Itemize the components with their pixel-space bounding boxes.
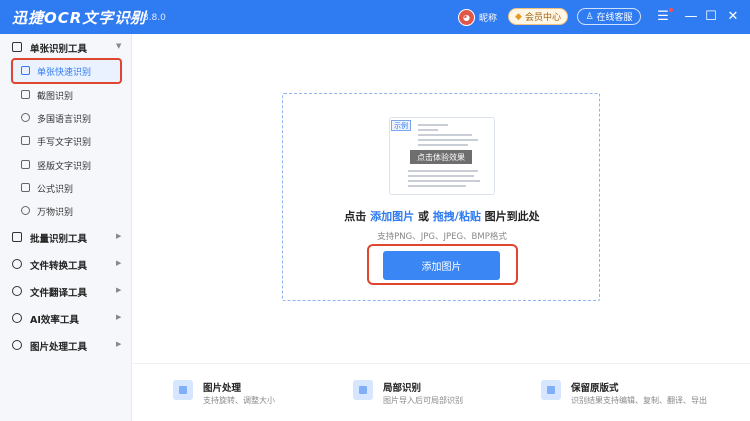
sidebar-item-label: 截图识别 [37,92,74,102]
sidebar-group-batch[interactable]: 批量识别工具 ▶ [0,226,132,248]
sidebar-group-label: 文件转换工具 [30,261,88,272]
sample-preview[interactable]: 示例 点击体验效果 [389,117,495,195]
sidebar-item-label: 多国语言识别 [37,115,92,125]
feature-desc: 支持旋转、调整大小 [203,396,275,405]
formula-icon [21,183,30,192]
app-version: v8.8.8.0 [129,13,166,23]
sidebar-group-label: 文件翻译工具 [30,288,88,299]
sample-text-line [408,180,480,182]
title-bar: 迅捷OCR文字识别 v8.8.8.0 ◕ 昵称 ◆ 会员中心 ♙ 在线客服 ☰ … [0,0,750,34]
instruction-mid: 或 [414,210,433,223]
drag-paste-link[interactable]: 拖拽/粘贴 [433,210,481,223]
chevron-right-icon: ▶ [116,340,122,348]
vertical-text-icon [21,160,30,169]
feature-title: 图片处理 [203,383,242,394]
sidebar-item-multilang[interactable]: 多国语言识别 [10,107,123,129]
sidebar-item-handwriting[interactable]: 手写文字识别 [10,130,123,152]
highlight-box-button [367,244,518,285]
sidebar-group-label: AI效率工具 [30,315,79,326]
avatar[interactable]: ◕ [458,8,475,26]
chevron-right-icon: ▶ [116,313,122,321]
sidebar-group-ai[interactable]: AI效率工具 ▶ [0,307,132,329]
crop-icon [21,90,30,99]
diamond-icon: ◆ [515,11,522,22]
sidebar-group-image[interactable]: 图片处理工具 ▶ [0,334,132,356]
instruction-suffix: 图片到此处 [480,210,540,223]
user-icon: ♙ [585,11,594,22]
sample-text-line [408,170,478,172]
single-recognize-icon [12,42,22,52]
sample-text-line [408,185,466,187]
user-profile[interactable]: ◕ 昵称 [458,8,497,26]
maximize-icon[interactable]: ☐ [703,8,719,24]
feature-bar: 图片处理 支持旋转、调整大小 局部识别 图片导入后可局部识别 保留原版式 识别结… [133,363,750,421]
batch-icon [12,232,22,242]
sidebar-item-label: 万物识别 [37,208,74,218]
sample-text-line [418,124,448,126]
sample-tag: 示例 [391,120,411,131]
sample-text-line [418,144,468,146]
globe-icon [21,113,30,122]
sidebar-item-formula[interactable]: 公式识别 [10,177,123,199]
highlight-box-sidebar [11,58,122,84]
chevron-right-icon: ▶ [116,259,122,267]
sample-text-line [418,139,478,141]
sidebar-group-convert[interactable]: 文件转换工具 ▶ [0,253,132,275]
notification-dot [669,8,673,12]
image-tool-icon [12,340,22,350]
feature-title: 局部识别 [383,383,422,394]
sample-text-line [418,134,472,136]
sidebar-group-label: 图片处理工具 [30,342,88,353]
sidebar-item-screenshot[interactable]: 截图识别 [10,84,123,106]
sidebar-item-label: 公式识别 [37,185,74,195]
minimize-icon[interactable]: — [683,8,699,24]
image-processing-icon [173,380,193,400]
drop-instruction: 点击 添加图片 或 拖拽/粘贴 图片到此处 [283,208,601,224]
sidebar-group-label: 批量识别工具 [30,234,88,245]
ai-icon [12,313,22,323]
sidebar-item-vertical-text[interactable]: 竖版文字识别 [10,154,123,176]
pen-icon [21,136,30,145]
sidebar-item-label: 手写文字识别 [37,138,92,148]
keep-layout-icon [541,380,561,400]
supported-formats: 支持PNG、JPG、JPEG、BMP格式 [377,232,507,242]
chevron-right-icon: ▶ [116,232,122,240]
sidebar-item-label: 竖版文字识别 [37,162,92,172]
try-effect-button[interactable]: 点击体验效果 [410,150,472,164]
app-title: 迅捷OCR文字识别 [12,9,147,27]
partial-recognition-icon [353,380,373,400]
sample-text-line [408,175,474,177]
object-icon [21,206,30,215]
feature-desc: 识别结果支持编辑、复制、翻译、导出 [571,396,707,405]
add-image-link[interactable]: 添加图片 [370,210,414,223]
online-service-label: 在线客服 [596,13,633,23]
nickname[interactable]: 昵称 [479,11,497,24]
sidebar-group-single[interactable]: 单张识别工具 ▼ [0,36,132,58]
feature-desc: 图片导入后可局部识别 [383,396,463,405]
sidebar-group-label: 单张识别工具 [30,44,88,55]
sidebar-group-translate[interactable]: 文件翻译工具 ▶ [0,280,132,302]
close-icon[interactable]: ✕ [725,8,741,24]
convert-icon [12,259,22,269]
sample-text-line [418,129,438,131]
translate-icon [12,286,22,296]
sidebar: 单张识别工具 ▼ 单张快速识别 截图识别 多国语言识别 手写文字识别 竖版文字识… [0,34,132,421]
chevron-down-icon: ▼ [116,42,122,50]
vip-center-button[interactable]: ◆ 会员中心 [508,8,568,25]
sidebar-item-object[interactable]: 万物识别 [10,200,123,222]
feature-title: 保留原版式 [571,383,619,394]
instruction-prefix: 点击 [344,210,371,223]
chevron-right-icon: ▶ [116,286,122,294]
online-service-button[interactable]: ♙ 在线客服 [577,8,641,25]
vip-center-label: 会员中心 [524,13,561,23]
